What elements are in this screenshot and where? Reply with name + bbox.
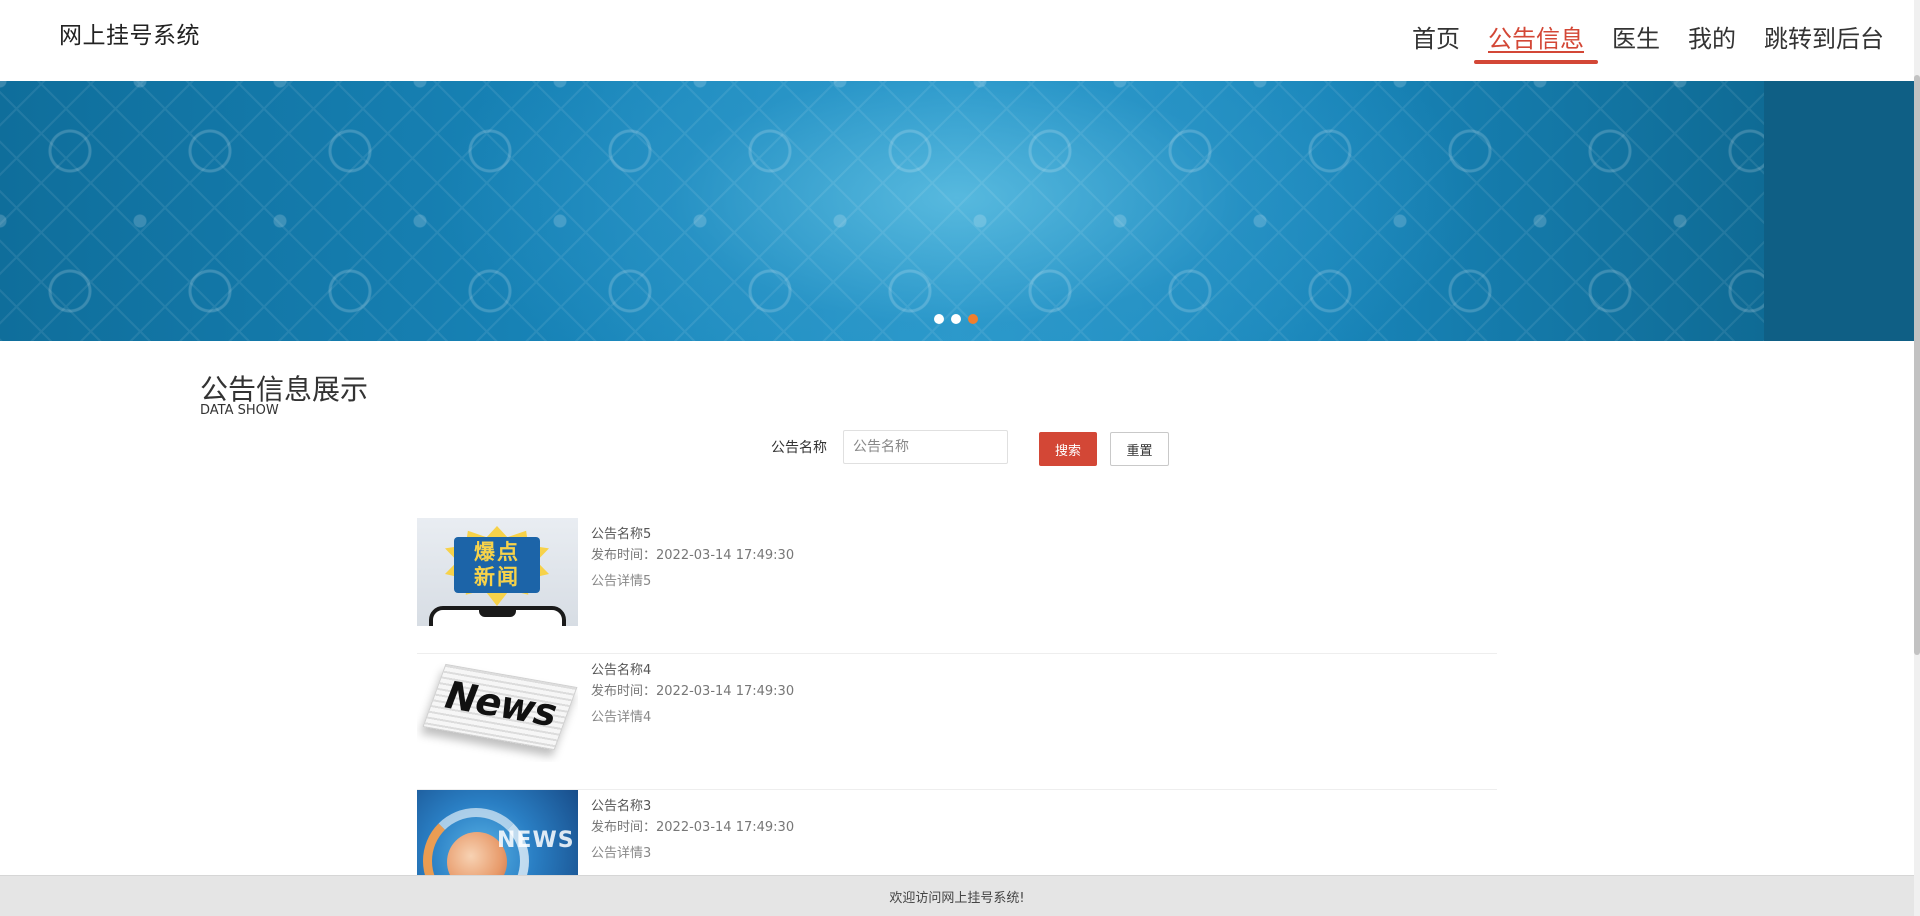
section-title: 公告信息展示 DATA SHOW — [200, 372, 368, 418]
notice-time-label: 发布时间： — [591, 684, 657, 699]
main-nav: 首页 公告信息 医生 我的 跳转到后台 — [1398, 22, 1898, 64]
banner-edge — [1764, 81, 1914, 341]
notice-time: 发布时间：2022-03-14 17:49:30 — [591, 681, 794, 703]
banner-carousel[interactable] — [0, 81, 1914, 341]
carousel-dot-1[interactable] — [934, 314, 944, 324]
notice-list: 爆点 新闻 公告名称5 发布时间：2022-03-14 17:49:30 公告详情… — [417, 518, 1497, 916]
nav-item-home[interactable]: 首页 — [1398, 22, 1474, 56]
nav-item-doctors[interactable]: 医生 — [1598, 22, 1674, 56]
notice-info: 公告名称5 发布时间：2022-03-14 17:49:30 公告详情5 — [578, 518, 794, 653]
page: 网上挂号系统 首页 公告信息 医生 我的 跳转到后台 公告信息展示 DATA S… — [0, 0, 1920, 916]
notice-time: 发布时间：2022-03-14 17:49:30 — [591, 545, 794, 567]
site-footer: 欢迎访问网上挂号系统! — [0, 875, 1914, 916]
site-brand[interactable]: 网上挂号系统 — [59, 16, 200, 50]
burst-news-label: 爆点 新闻 — [454, 537, 540, 593]
notice-name[interactable]: 公告名称4 — [591, 661, 794, 681]
notice-detail: 公告详情3 — [591, 846, 652, 861]
notice-time: 发布时间：2022-03-14 17:49:30 — [591, 817, 794, 839]
notice-time-value: 2022-03-14 17:49:30 — [656, 548, 795, 563]
notice-time-label: 发布时间： — [591, 548, 657, 563]
phone-icon — [429, 606, 566, 626]
list-item[interactable]: News 公告名称4 发布时间：2022-03-14 17:49:30 公告详情… — [417, 654, 1497, 790]
notice-info: 公告名称4 发布时间：2022-03-14 17:49:30 公告详情4 — [578, 654, 794, 789]
search-label: 公告名称 — [771, 440, 827, 456]
search-input[interactable] — [843, 430, 1008, 464]
notice-thumbnail[interactable]: News — [417, 654, 578, 762]
banner-pattern-overlay — [0, 81, 1914, 341]
carousel-indicators — [934, 314, 978, 324]
nav-item-mine[interactable]: 我的 — [1674, 22, 1750, 56]
carousel-dot-3[interactable] — [968, 314, 978, 324]
notice-name[interactable]: 公告名称5 — [591, 525, 794, 545]
notice-detail: 公告详情5 — [591, 574, 652, 589]
carousel-dot-2[interactable] — [951, 314, 961, 324]
top-header: 网上挂号系统 首页 公告信息 医生 我的 跳转到后台 — [0, 0, 1914, 81]
notice-name[interactable]: 公告名称3 — [591, 797, 794, 817]
notice-detail: 公告详情4 — [591, 710, 652, 725]
search-button[interactable]: 搜索 — [1039, 432, 1097, 466]
reset-button[interactable]: 重置 — [1110, 432, 1169, 466]
scrollbar-thumb[interactable] — [1914, 75, 1920, 655]
notice-thumbnail[interactable]: 爆点 新闻 — [417, 518, 578, 626]
notice-time-label: 发布时间： — [591, 820, 657, 835]
nav-item-admin[interactable]: 跳转到后台 — [1750, 22, 1898, 56]
page-scrollbar[interactable] — [1914, 0, 1920, 916]
globe-news-text: NEWS — [497, 828, 575, 853]
notice-time-value: 2022-03-14 17:49:30 — [656, 820, 795, 835]
notice-time-value: 2022-03-14 17:49:30 — [656, 684, 795, 699]
nav-item-notices[interactable]: 公告信息 — [1474, 22, 1598, 64]
list-item[interactable]: 爆点 新闻 公告名称5 发布时间：2022-03-14 17:49:30 公告详情… — [417, 518, 1497, 654]
